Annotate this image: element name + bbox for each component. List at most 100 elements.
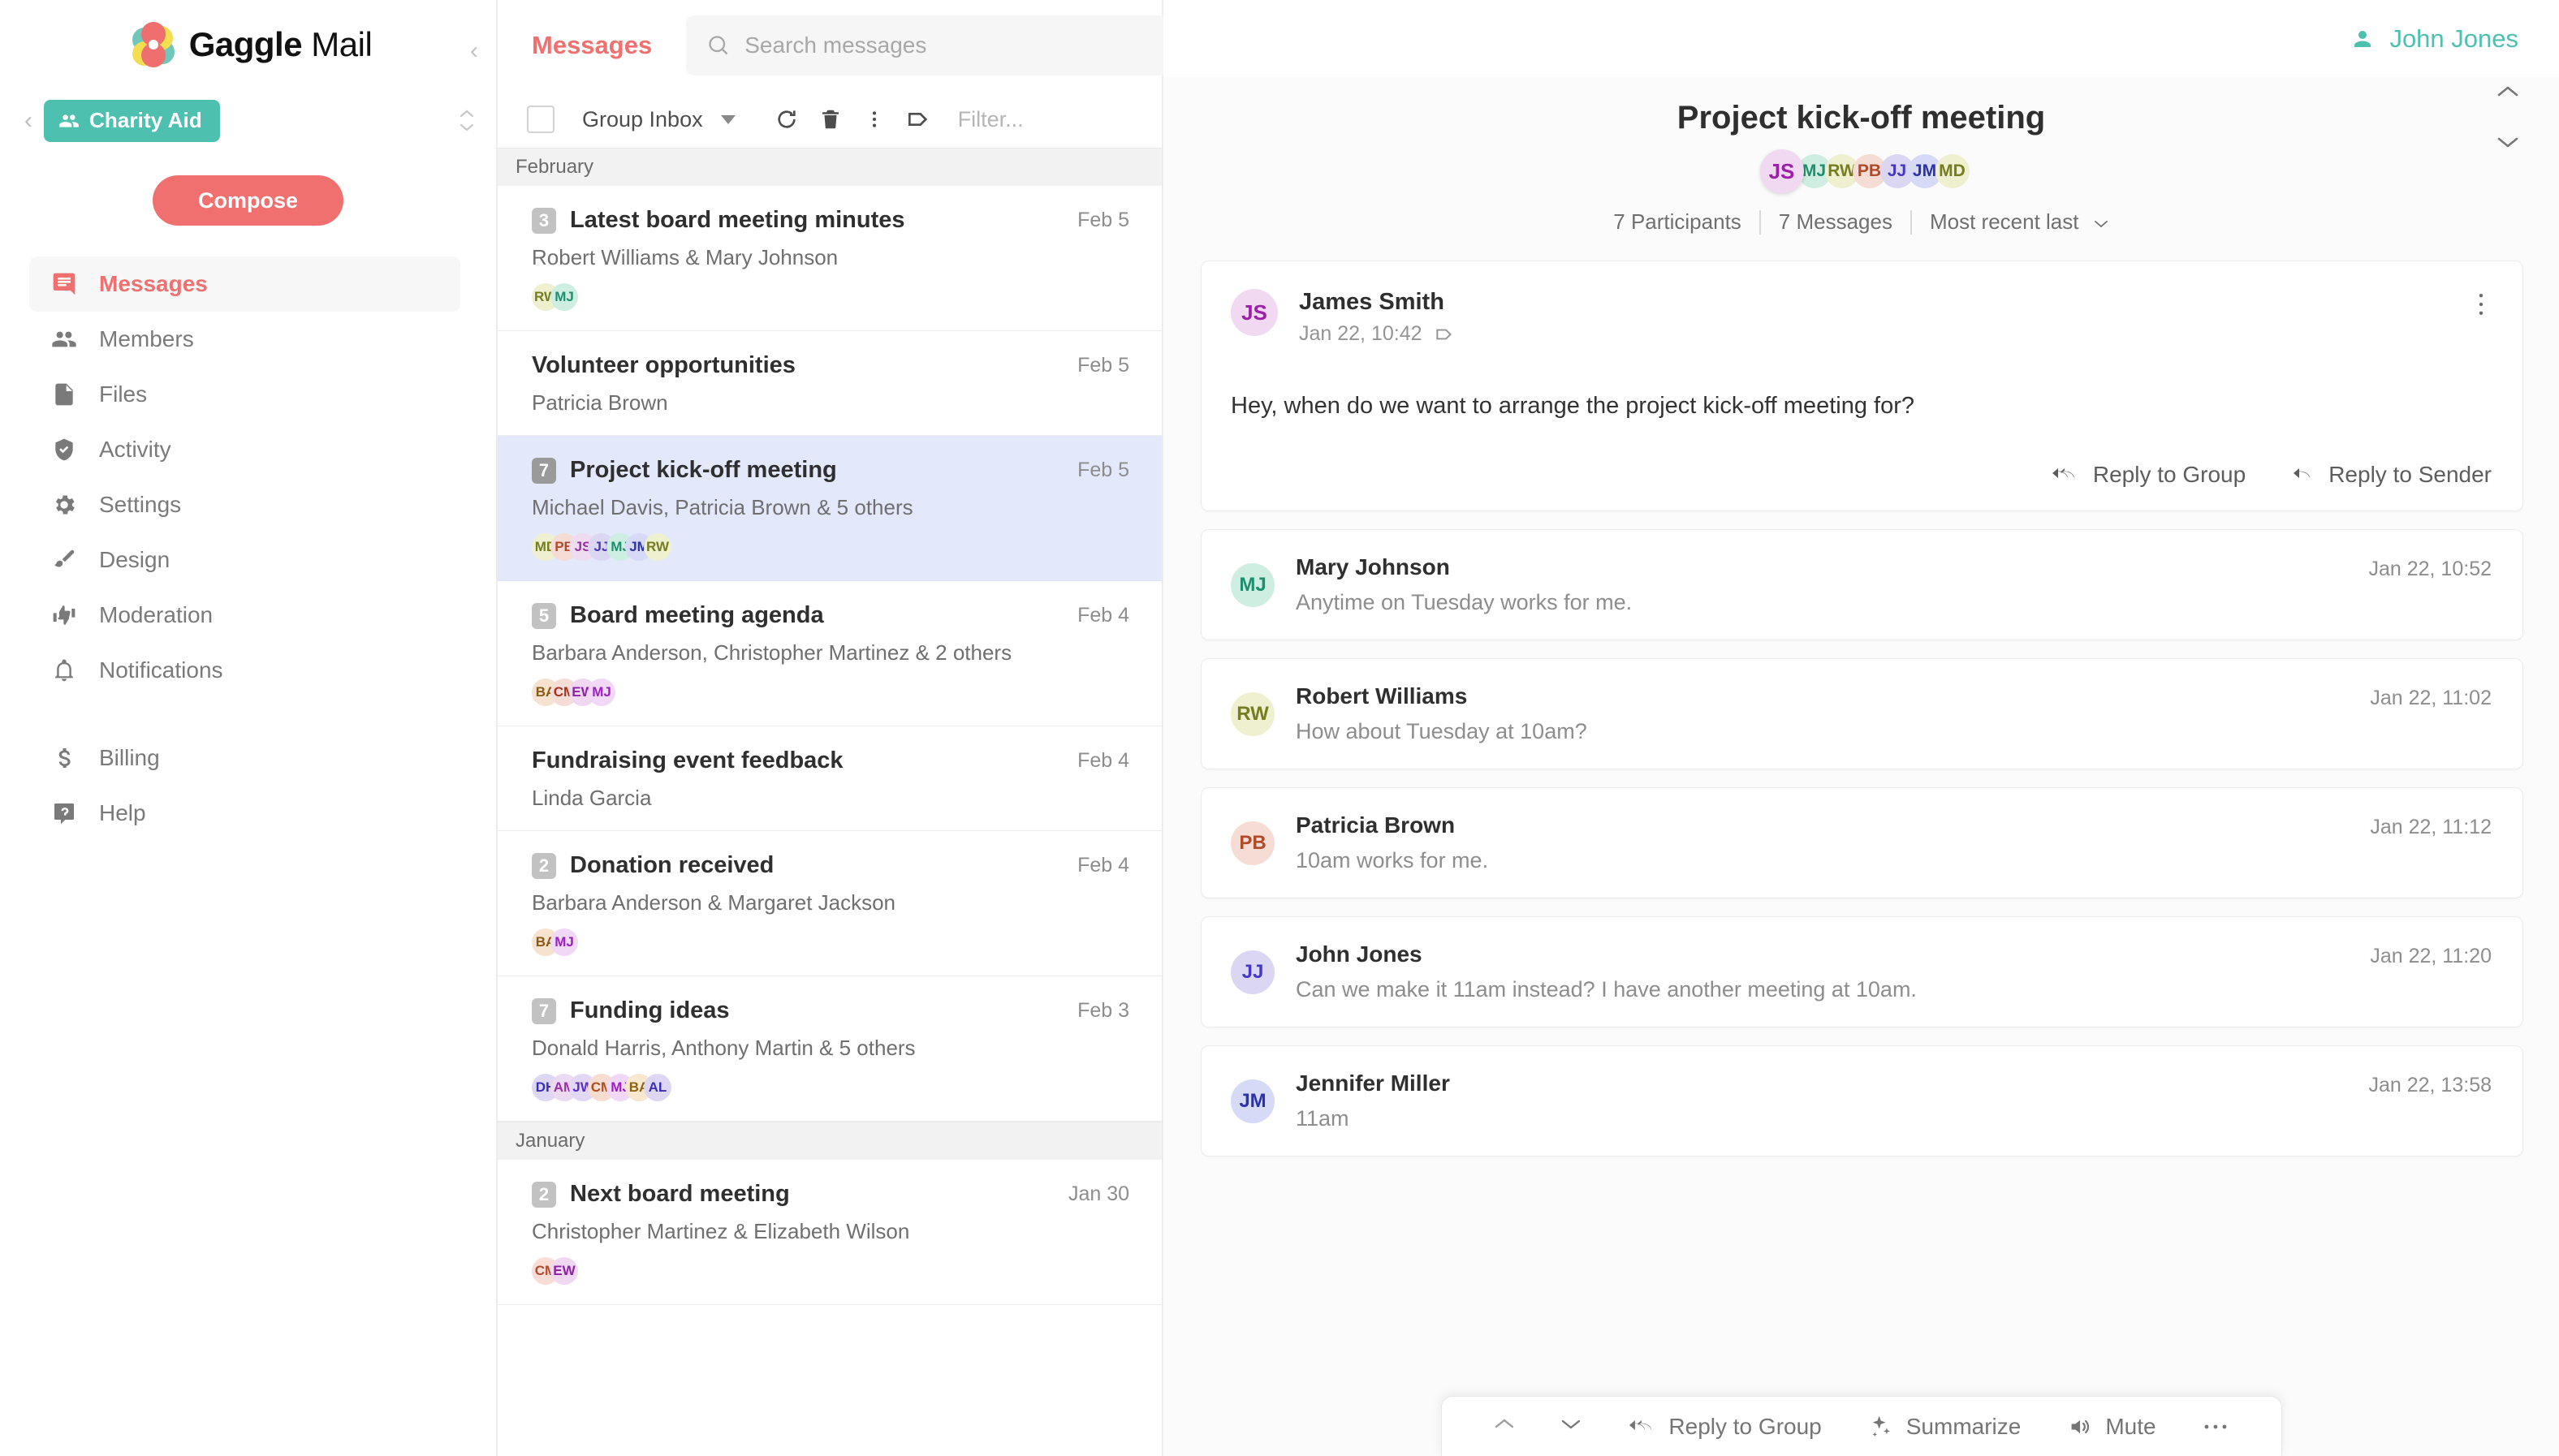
reply-to-sender-button[interactable]: Reply to Sender — [2291, 462, 2492, 488]
chevron-up-down-icon[interactable] — [457, 109, 477, 133]
sidebar-item-files[interactable]: Files — [29, 367, 460, 422]
thread-list[interactable]: February 3 Latest board meeting minutes … — [498, 148, 1162, 1456]
thumbs-updown-icon — [50, 601, 78, 629]
thread-avatar-chips: BA MJ — [532, 928, 1129, 956]
thread-participants: Barbara Anderson & Margaret Jackson — [532, 890, 896, 915]
reply-to-group-button[interactable]: Reply to Group — [2051, 462, 2246, 488]
people-icon — [59, 114, 79, 127]
sidebar-item-members[interactable]: Members — [29, 312, 460, 367]
user-menu[interactable]: John Jones — [2350, 24, 2518, 54]
avatar: PB — [1231, 821, 1275, 865]
thread-participants: Robert Williams & Mary Johnson — [532, 245, 839, 269]
message-count-badge: 3 — [532, 207, 556, 234]
tag-button[interactable] — [896, 106, 940, 132]
message-preview: How about Tuesday at 10am? — [1296, 719, 1587, 743]
mailbox-dropdown[interactable]: Group Inbox — [582, 107, 736, 132]
sidebar-item-label: Moderation — [99, 602, 214, 627]
thread-list-item-selected[interactable]: 7 Project kick-off meeting Feb 5 Michael… — [498, 436, 1162, 581]
select-all-checkbox[interactable] — [527, 106, 555, 133]
sort-dropdown[interactable]: Most recent last — [1912, 209, 2127, 235]
thread-subject: Donation received — [570, 852, 775, 878]
thread-list-item[interactable]: 3 Latest board meeting minutes Feb 5 Rob… — [498, 186, 1162, 331]
sidebar-item-billing[interactable]: Billing — [29, 730, 460, 786]
thread-date: Feb 4 — [1077, 604, 1129, 627]
message-count-badge: 2 — [532, 852, 556, 879]
more-options-button[interactable] — [2179, 1422, 2252, 1432]
participants-count[interactable]: 7 Participants — [1595, 209, 1759, 235]
thread-subject: Project kick-off meeting — [570, 457, 837, 483]
sidebar-item-messages[interactable]: Messages — [29, 256, 460, 312]
sidebar-item-moderation[interactable]: Moderation — [29, 588, 460, 643]
thread-list-item[interactable]: 2 Donation received Feb 4 Barbara Anders… — [498, 831, 1162, 976]
sidebar-item-label: Members — [99, 326, 194, 351]
sidebar-item-activity[interactable]: Activity — [29, 422, 460, 477]
thread-list-item[interactable]: 2 Next board meeting Jan 30 Christopher … — [498, 1160, 1162, 1305]
message-count-badge: 7 — [532, 997, 556, 1024]
thread-list-item[interactable]: Fundraising event feedback Feb 4 Linda G… — [498, 726, 1162, 831]
thread-subject: Volunteer opportunities — [532, 352, 796, 378]
message-body: Hey, when do we want to arrange the proj… — [1231, 393, 1914, 419]
group-chip[interactable]: Charity Aid — [44, 100, 220, 142]
paintbrush-icon — [50, 546, 78, 574]
message-timestamp: Jan 22, 13:58 — [2368, 1074, 2492, 1096]
conversation-action-bar: Reply to Group Summarize Mute — [1440, 1396, 2282, 1456]
reply-all-icon — [2052, 468, 2075, 479]
people-icon — [50, 325, 78, 353]
message-more-button[interactable] — [2471, 291, 2492, 322]
thread-participants: Michael Davis, Patricia Brown & 5 others — [532, 495, 913, 519]
thread-date: Feb 5 — [1077, 459, 1129, 481]
sidebar-item-settings[interactable]: Settings — [29, 477, 460, 532]
more-horizontal-icon — [2204, 1424, 2226, 1428]
chevron-left-icon[interactable]: ‹ — [470, 39, 478, 63]
message-card-expanded[interactable]: JS James Smith Jan 22, 10:42 Hey, when d… — [1201, 261, 2523, 511]
message-card-collapsed[interactable]: JM Jennifer Miller 11am Jan 22, 13:58 — [1201, 1045, 2523, 1157]
filter-input[interactable]: Filter... — [958, 107, 1024, 132]
dollar-icon — [50, 744, 78, 772]
page-title: Project kick-off meeting — [1677, 100, 2046, 136]
sidebar-nav: Messages Members Files Activity Settings… — [0, 256, 496, 841]
message-thread[interactable]: JS James Smith Jan 22, 10:42 Hey, when d… — [1163, 256, 2559, 1456]
message-card-collapsed[interactable]: MJ Mary Johnson Anytime on Tuesday works… — [1201, 529, 2523, 640]
thread-list-item[interactable]: Volunteer opportunities Feb 5 Patricia B… — [498, 331, 1162, 436]
month-divider: February — [498, 148, 1162, 186]
message-timestamp: Jan 22, 11:20 — [2370, 945, 2492, 967]
chevron-down-icon — [2094, 221, 2108, 228]
thread-subject: Latest board meeting minutes — [570, 207, 905, 233]
message-card-collapsed[interactable]: PB Patricia Brown 10am works for me. Jan… — [1201, 787, 2523, 898]
compose-button[interactable]: Compose — [152, 175, 344, 226]
summarize-button[interactable]: Summarize — [1845, 1414, 2044, 1440]
refresh-button[interactable] — [765, 106, 809, 132]
delete-button[interactable] — [809, 107, 852, 131]
messages-count[interactable]: 7 Messages — [1761, 209, 1910, 235]
prev-message-button[interactable] — [1470, 1417, 1537, 1436]
chevron-up-icon[interactable] — [2494, 84, 2522, 100]
reply-to-group-button[interactable]: Reply to Group — [1603, 1414, 1844, 1440]
next-message-button[interactable] — [1537, 1417, 1603, 1436]
chevron-down-icon[interactable] — [2494, 134, 2522, 150]
thread-list-item[interactable]: 5 Board meeting agenda Feb 4 Barbara And… — [498, 581, 1162, 726]
sidebar-item-help[interactable]: Help — [29, 786, 460, 841]
speaker-icon — [2072, 1419, 2090, 1433]
thread-participants: Christopher Martinez & Elizabeth Wilson — [532, 1219, 910, 1243]
more-options-button[interactable] — [852, 107, 896, 131]
reply-to-group-label: Reply to Group — [1668, 1413, 1822, 1439]
avatar: MJ — [550, 283, 578, 311]
avatar: EW — [550, 1257, 578, 1285]
message-card-collapsed[interactable]: RW Robert Williams How about Tuesday at … — [1201, 658, 2523, 769]
chevron-left-icon[interactable]: ‹ — [24, 109, 32, 133]
participant-avatars[interactable]: JS MJ RW PB JJ JM MD — [1163, 149, 2559, 193]
sidebar-item-label: Billing — [99, 745, 160, 770]
message-card-collapsed[interactable]: JJ John Jones Can we make it 11am instea… — [1201, 916, 2523, 1027]
sidebar-item-label: Settings — [99, 492, 182, 517]
thread-date: Feb 3 — [1077, 999, 1129, 1022]
tag-icon[interactable] — [1434, 324, 1455, 345]
thread-avatar-chips: BA CM EW MJ — [532, 678, 1129, 706]
tab-messages[interactable]: Messages — [532, 31, 652, 60]
mute-button[interactable]: Mute — [2043, 1414, 2178, 1440]
thread-list-item[interactable]: 7 Funding ideas Feb 3 Donald Harris, Ant… — [498, 976, 1162, 1122]
sidebar-item-design[interactable]: Design — [29, 532, 460, 588]
sidebar-item-notifications[interactable]: Notifications — [29, 643, 460, 698]
sidebar: Gaggle Mail ‹ ‹ Charity Aid Compose Mess… — [0, 0, 498, 1456]
thread-date: Feb 5 — [1077, 354, 1129, 377]
message-timestamp: Jan 22, 10:42 — [1299, 322, 1422, 345]
